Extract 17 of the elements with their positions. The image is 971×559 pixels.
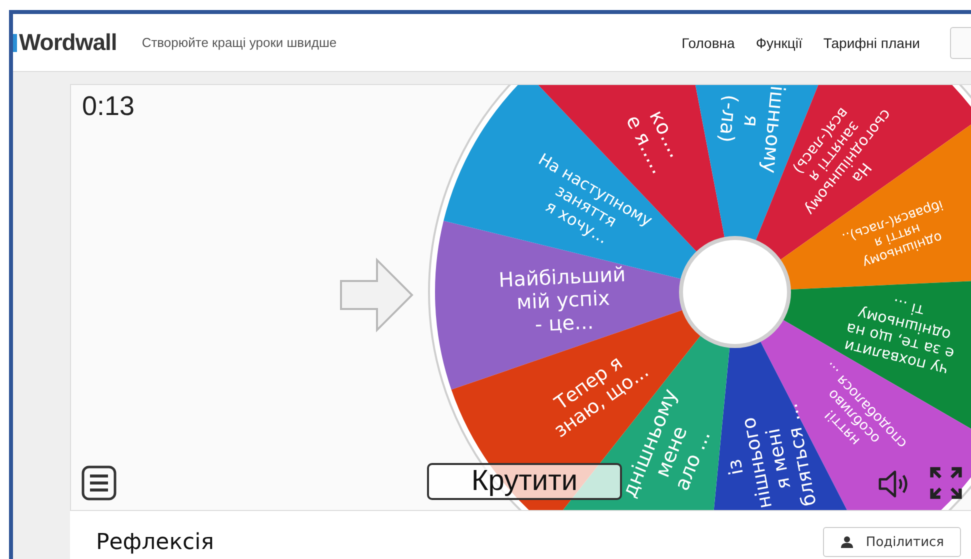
segment-label: із нішнього я мені бляться ... <box>722 401 821 510</box>
fullscreen-icon[interactable] <box>929 466 963 500</box>
spin-button[interactable]: Крутити <box>427 463 622 500</box>
share-button[interactable]: Поділитися <box>822 527 961 557</box>
person-icon <box>840 536 854 548</box>
nav-link[interactable]: Головна <box>682 34 735 50</box>
logo-icon <box>13 34 17 52</box>
nav-link[interactable]: Тарифні плани <box>823 34 920 50</box>
segment-label: Найбільший мій успіх - це... <box>498 262 626 336</box>
logo[interactable]: Wordwall <box>19 29 117 56</box>
tagline: Створюйте кращі уроки швидше <box>142 35 337 50</box>
segment-label: нішньому я (-ла) <box>714 85 792 174</box>
pointer-arrow-icon <box>339 257 415 333</box>
timer: 0:13 <box>82 91 135 122</box>
activity-title: Рефлексія <box>96 530 214 554</box>
menu-button[interactable] <box>79 463 119 503</box>
nav-link[interactable]: Функції <box>756 34 802 50</box>
